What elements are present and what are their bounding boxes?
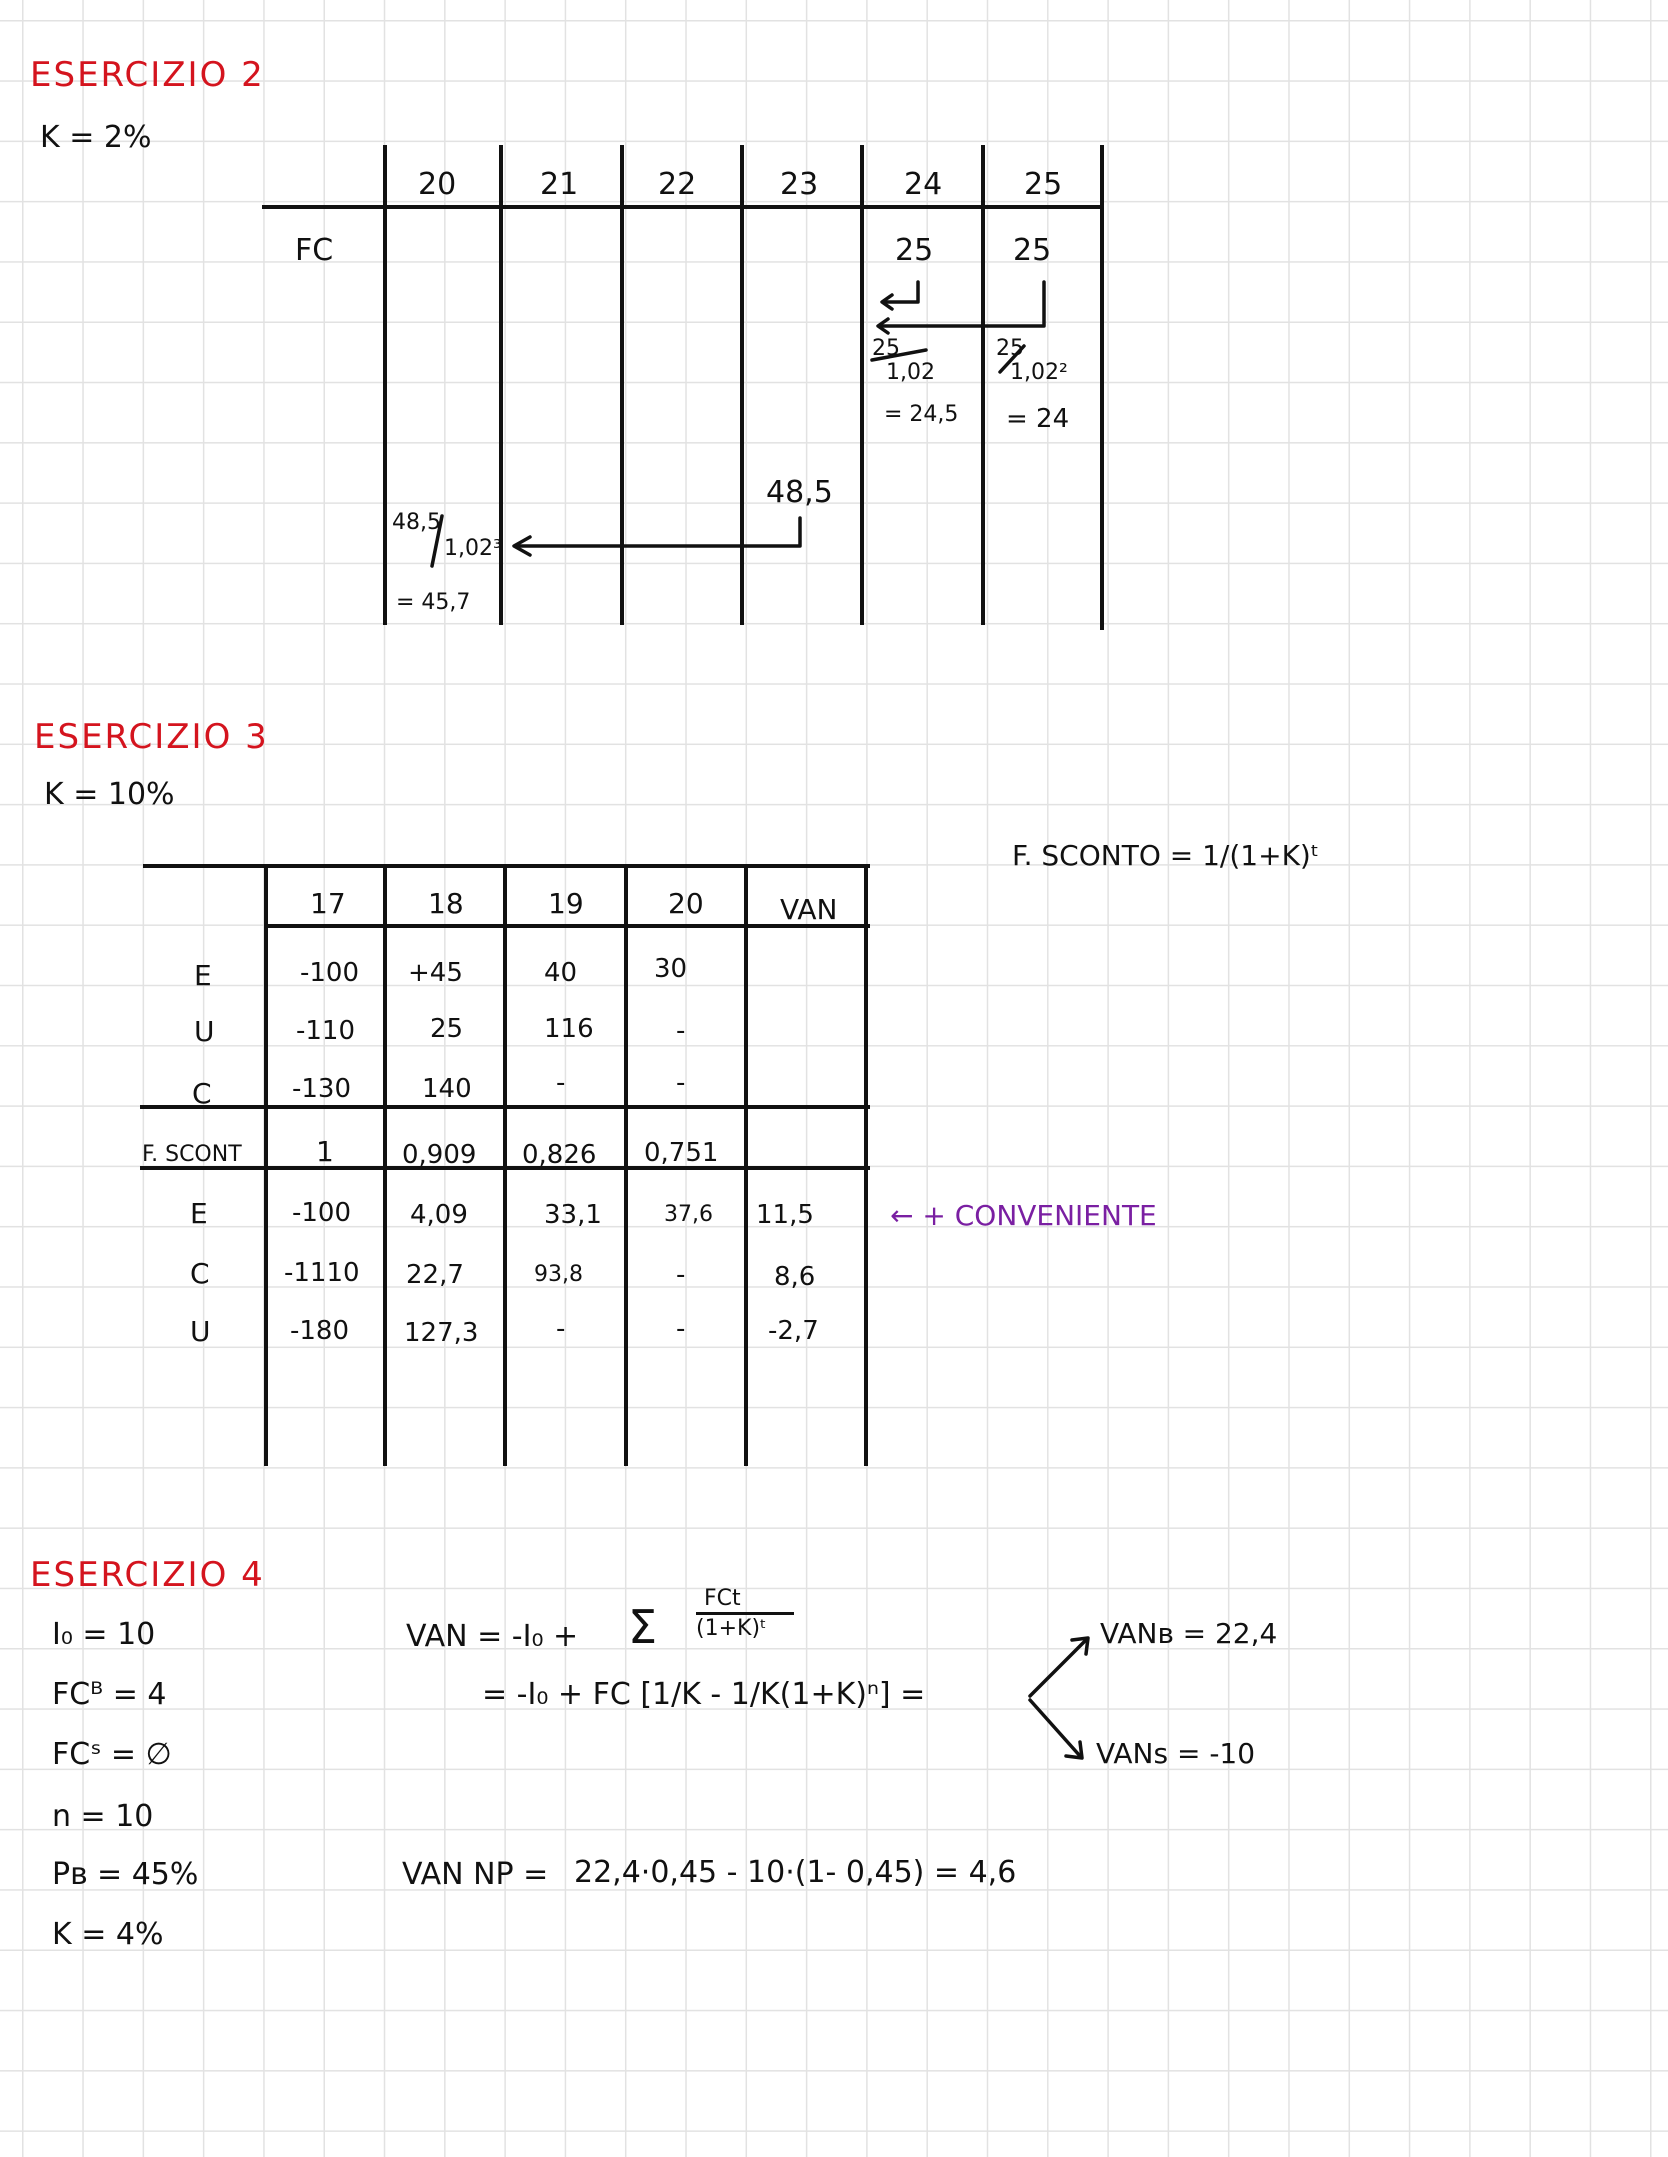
ex2-arrow-25 [878,280,1046,328]
ex4-arrow-down [1028,1698,1082,1758]
ex2-slash-24 [870,348,928,362]
arrows-layer [430,280,1090,1760]
ex2-arrow-23 [514,516,802,548]
ex2-slash-20 [430,514,444,568]
ex4-arrow-up [1028,1638,1088,1698]
ex2-slash-25 [998,344,1026,374]
